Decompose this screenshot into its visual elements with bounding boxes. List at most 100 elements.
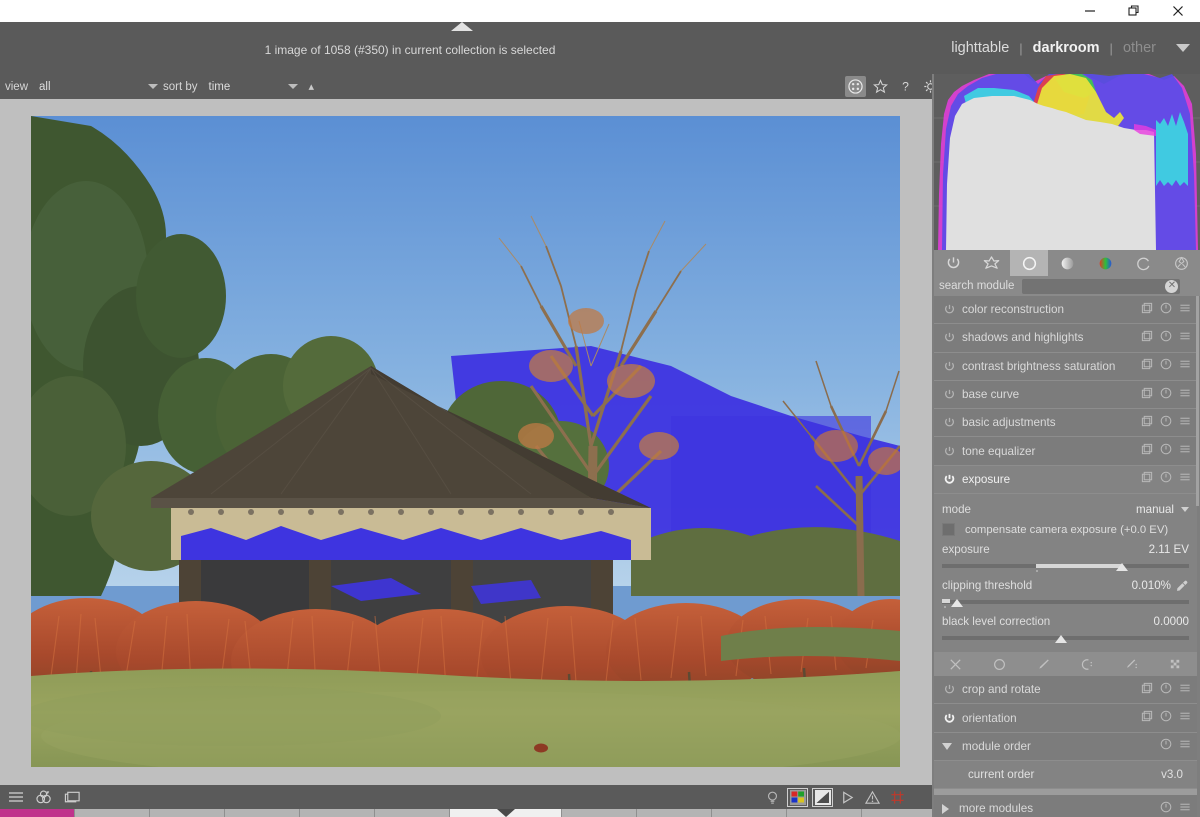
- power-icon[interactable]: [940, 301, 958, 319]
- raw-overexposed-warning-icon[interactable]: [863, 789, 882, 806]
- filmstrip-thumb[interactable]: [225, 809, 300, 817]
- power-icon[interactable]: [940, 709, 958, 727]
- presets-menu-icon[interactable]: [1179, 442, 1191, 460]
- compensate-camera-exposure-row[interactable]: compensate camera exposure (+0.0 EV): [942, 519, 1189, 540]
- power-icon[interactable]: [940, 681, 958, 699]
- presets-menu-icon[interactable]: [1179, 681, 1191, 699]
- iso12646-contrast-icon[interactable]: [812, 787, 833, 807]
- reset-parameters-icon[interactable]: [1160, 386, 1172, 404]
- filmstrip-thumb[interactable]: [562, 809, 637, 817]
- effects-modules-icon[interactable]: [1162, 250, 1200, 276]
- filmstrip-thumb[interactable]: [75, 809, 150, 817]
- presets-menu-icon[interactable]: [1179, 301, 1191, 319]
- module-base-curve[interactable]: base curve: [934, 380, 1197, 410]
- compensate-checkbox[interactable]: [942, 523, 955, 537]
- edited-photo[interactable]: [31, 116, 900, 767]
- reset-parameters-icon[interactable]: [1160, 301, 1172, 319]
- search-input[interactable]: [1022, 278, 1181, 294]
- chevron-down-icon[interactable]: [1176, 44, 1190, 52]
- presets-menu-icon[interactable]: [1179, 386, 1191, 404]
- more-modules-header[interactable]: more modules: [934, 794, 1197, 817]
- blend-parametric-mask-icon[interactable]: [1065, 657, 1109, 672]
- reset-parameters-icon[interactable]: [1160, 681, 1172, 699]
- multi-instance-icon[interactable]: [1141, 442, 1153, 460]
- presets-menu-icon[interactable]: [1179, 414, 1191, 432]
- blend-drawn-and-parametric-mask-icon[interactable]: [1109, 657, 1153, 672]
- module-tone-equalizer[interactable]: tone equalizer: [934, 437, 1197, 466]
- slider-knob[interactable]: [1054, 635, 1067, 644]
- reset-parameters-icon[interactable]: [1160, 414, 1172, 432]
- exposure-mode-row[interactable]: mode manual: [942, 500, 1189, 519]
- color-modules-icon[interactable]: [1086, 250, 1124, 276]
- black-level-slider[interactable]: [942, 632, 1189, 645]
- module-order-header[interactable]: module order: [934, 732, 1197, 761]
- power-icon[interactable]: [940, 414, 958, 432]
- view-filter-combo[interactable]: all: [28, 81, 163, 93]
- technical-circle-icon[interactable]: [1010, 250, 1048, 276]
- multi-instance-icon[interactable]: [1141, 470, 1153, 488]
- filmstrip-thumb[interactable]: [0, 809, 75, 817]
- presets-menu-icon[interactable]: [1179, 709, 1191, 727]
- presets-menu-icon[interactable]: [1179, 470, 1191, 488]
- histogram[interactable]: [934, 74, 1200, 250]
- power-icon[interactable]: [940, 386, 958, 404]
- help-icon[interactable]: ?: [895, 76, 916, 97]
- multi-instance-icon[interactable]: [1141, 357, 1153, 375]
- power-icon[interactable]: [940, 329, 958, 347]
- blend-off-icon[interactable]: [934, 657, 978, 672]
- gamut-check-icon[interactable]: [838, 789, 857, 806]
- reset-parameters-icon[interactable]: [1160, 470, 1172, 488]
- guide-lines-icon[interactable]: [888, 789, 907, 806]
- view-lighttable[interactable]: lighttable: [943, 40, 1017, 56]
- power-icon[interactable]: [940, 470, 958, 488]
- filmstrip-thumb[interactable]: [787, 809, 862, 817]
- star-rating-icon[interactable]: [870, 76, 891, 97]
- module-crop-and-rotate[interactable]: crop and rotate: [934, 676, 1197, 705]
- filmstrip-thumb-active[interactable]: [450, 809, 562, 817]
- blend-drawn-mask-icon[interactable]: [1022, 657, 1066, 672]
- grid-overlay-icon[interactable]: [845, 76, 866, 97]
- multi-instance-icon[interactable]: [1141, 329, 1153, 347]
- multi-instance-icon[interactable]: [1141, 386, 1153, 404]
- top-panel-collapse-handle[interactable]: [446, 22, 478, 34]
- module-color-reconstruction[interactable]: color reconstruction: [934, 296, 1197, 325]
- sort-by-combo[interactable]: time: [198, 81, 303, 93]
- focus-peaking-bulb-icon[interactable]: [763, 789, 782, 806]
- multi-instance-icon[interactable]: [1141, 301, 1153, 319]
- multi-instance-icon[interactable]: [1141, 681, 1153, 699]
- blend-uniformly-icon[interactable]: [978, 657, 1022, 672]
- module-shadows-and-highlights[interactable]: shadows and highlights: [934, 324, 1197, 353]
- minimize-icon[interactable]: [1068, 0, 1112, 22]
- presets-menu-icon[interactable]: [1179, 737, 1191, 755]
- correction-modules-icon[interactable]: [1124, 250, 1162, 276]
- sort-direction-toggle[interactable]: ▴: [309, 80, 315, 93]
- restore-icon[interactable]: [1112, 0, 1156, 22]
- close-icon[interactable]: [1156, 0, 1200, 22]
- presets-menu-icon[interactable]: [1179, 329, 1191, 347]
- multi-instance-icon[interactable]: [1141, 709, 1153, 727]
- filmstrip-thumb[interactable]: [862, 809, 937, 817]
- color-label-icon[interactable]: [34, 788, 54, 806]
- presets-menu-icon[interactable]: [1179, 357, 1191, 375]
- search-module-box[interactable]: ✕: [1022, 278, 1181, 294]
- view-darkroom[interactable]: darkroom: [1025, 40, 1108, 56]
- view-other[interactable]: other: [1115, 40, 1164, 56]
- filmstrip-thumb[interactable]: [150, 809, 225, 817]
- favorites-star-icon[interactable]: [972, 250, 1010, 276]
- module-exposure[interactable]: exposure: [934, 465, 1197, 495]
- clipping-threshold-slider[interactable]: [942, 596, 1189, 609]
- slider-knob[interactable]: [950, 599, 963, 608]
- reset-parameters-icon[interactable]: [1160, 442, 1172, 460]
- right-panel-scrollbar[interactable]: [1196, 296, 1199, 506]
- presets-menu-icon[interactable]: [1179, 800, 1191, 817]
- filmstrip-thumb[interactable]: [375, 809, 450, 817]
- duplicate-display-icon[interactable]: [62, 788, 82, 806]
- current-order-row[interactable]: current order v3.0: [934, 760, 1197, 789]
- color-picker-icon[interactable]: [1175, 579, 1189, 593]
- module-orientation[interactable]: orientation: [934, 704, 1197, 733]
- grading-tone-icon[interactable]: [1048, 250, 1086, 276]
- clear-x-icon[interactable]: ✕: [1165, 279, 1179, 293]
- exposure-slider[interactable]: [942, 560, 1189, 573]
- multi-instance-icon[interactable]: [1141, 414, 1153, 432]
- module-contrast-brightness-saturation[interactable]: contrast brightness saturation: [934, 352, 1197, 381]
